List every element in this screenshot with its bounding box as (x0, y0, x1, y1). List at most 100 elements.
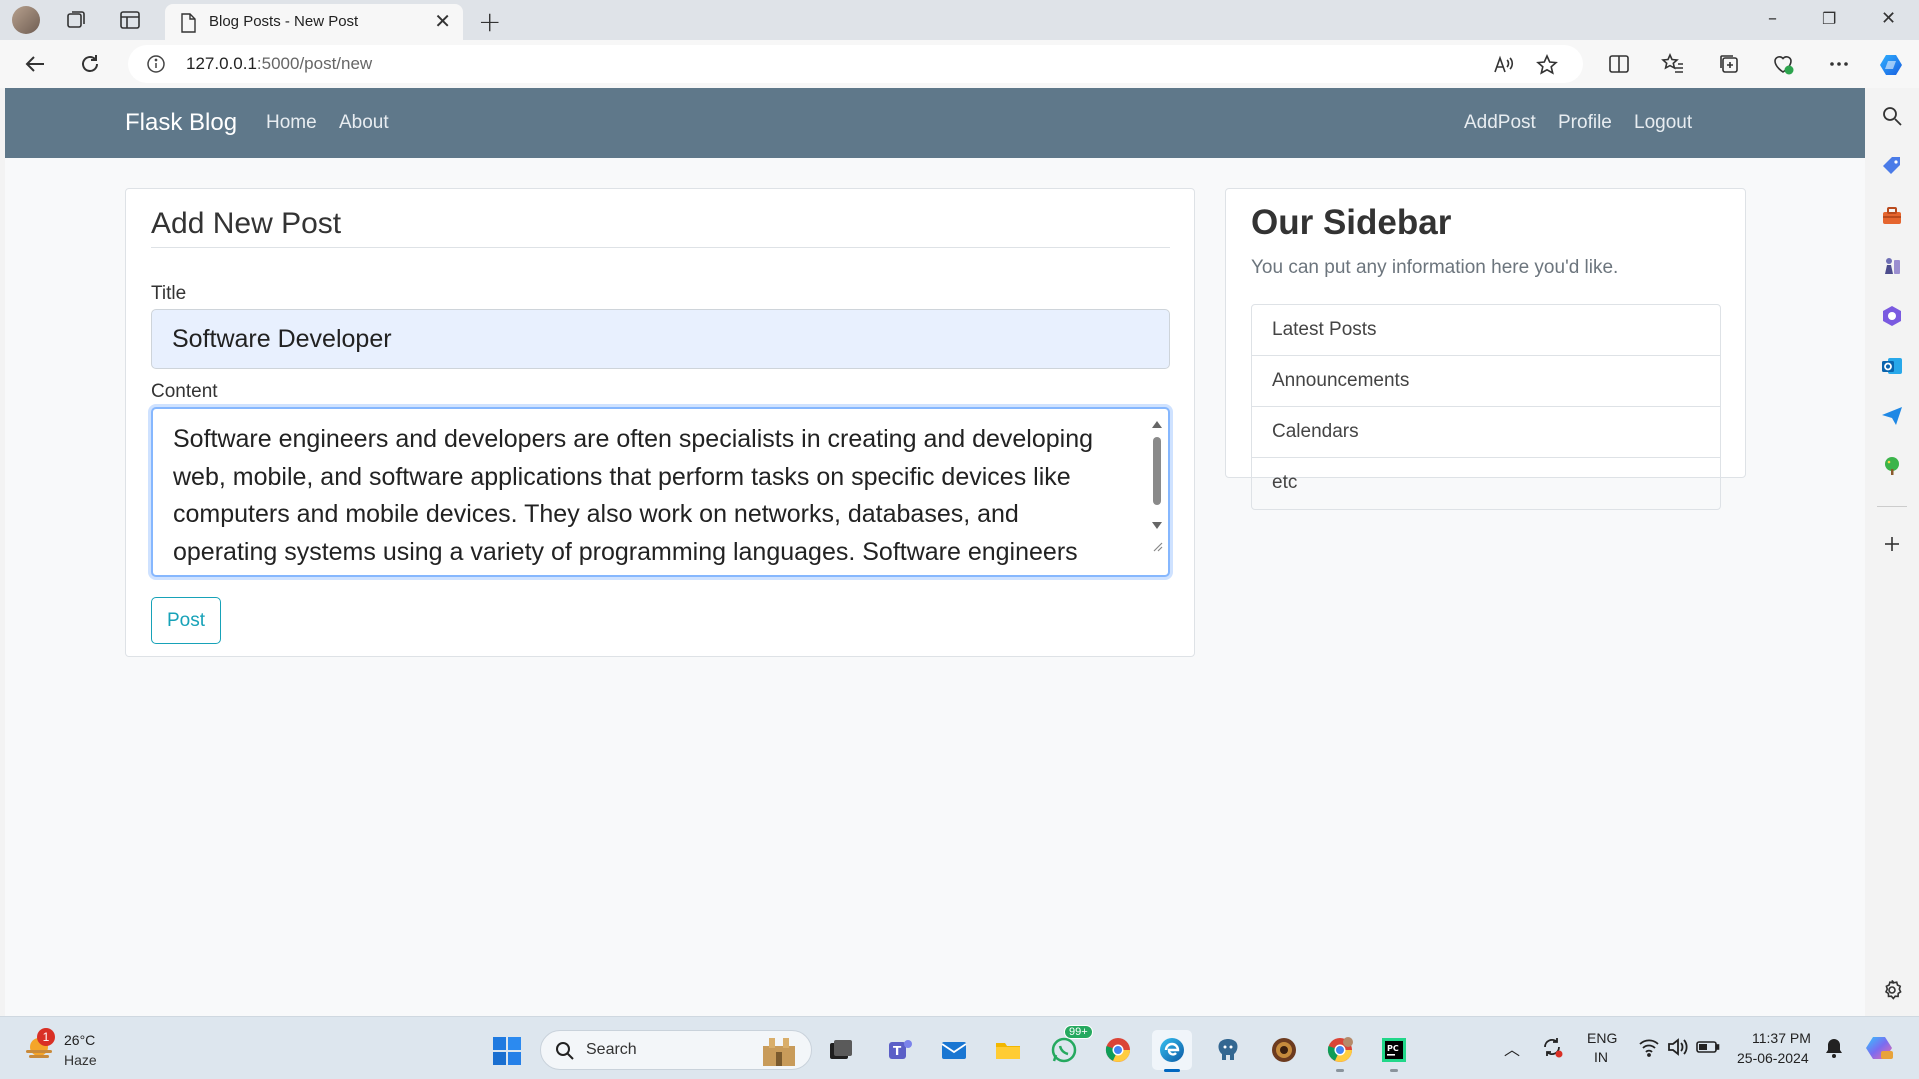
chrome-profile-icon[interactable] (1320, 1030, 1360, 1072)
profile-avatar[interactable] (12, 6, 40, 34)
close-tab-icon[interactable]: ✕ (434, 11, 451, 31)
notification-bell-icon[interactable] (1824, 1037, 1844, 1062)
windows-start-icon[interactable] (492, 1036, 522, 1066)
taskbar-search[interactable]: Search (540, 1030, 812, 1070)
weather-condition[interactable]: Haze (64, 1052, 97, 1068)
close-window-icon[interactable]: ✕ (1881, 8, 1896, 29)
copilot-icon[interactable] (1878, 51, 1904, 77)
whatsapp-icon[interactable]: 99+ (1044, 1025, 1093, 1070)
edge-browser-icon[interactable] (1152, 1030, 1192, 1072)
read-aloud-icon[interactable] (1492, 54, 1514, 76)
refresh-icon[interactable] (76, 50, 104, 78)
url-host: 127.0.0.1 (186, 54, 257, 73)
url-text[interactable]: 127.0.0.1:5000/post/new (186, 54, 372, 74)
minimize-icon[interactable]: – (1768, 8, 1777, 29)
add-icon[interactable] (1880, 532, 1904, 556)
clock-time[interactable]: 11:37 PM (1752, 1030, 1811, 1046)
windows-taskbar: 1 26°C Haze Search T 99+ PC ︿ ENG IN 11:… (0, 1016, 1919, 1079)
active-tab[interactable]: Blog Posts - New Post ✕ (165, 4, 463, 40)
volume-icon[interactable] (1666, 1037, 1688, 1060)
nav-link-logout[interactable]: Logout (1634, 112, 1692, 134)
sidebar-title: Our Sidebar (1251, 203, 1452, 242)
sidebar-item-etc[interactable]: etc (1252, 458, 1720, 509)
wifi-icon[interactable] (1638, 1037, 1660, 1060)
sidebar-description: You can put any information here you'd l… (1251, 257, 1619, 278)
edge-sidebar (1865, 88, 1919, 1016)
address-row: 127.0.0.1:5000/post/new (0, 40, 1919, 88)
tools-icon[interactable] (1880, 204, 1904, 228)
sidebar-item-announcements[interactable]: Announcements (1252, 356, 1720, 407)
workspaces-icon[interactable] (64, 8, 88, 32)
vertical-tabs-icon[interactable] (118, 8, 142, 32)
task-view-icon[interactable] (821, 1030, 861, 1070)
m365-icon[interactable] (1880, 304, 1904, 328)
mail-icon[interactable] (934, 1030, 974, 1070)
form-legend: Add New Post (151, 207, 342, 240)
site-info-icon[interactable] (146, 54, 166, 74)
sidebar-item-calendars[interactable]: Calendars (1252, 407, 1720, 458)
favorite-star-icon[interactable] (1536, 54, 1558, 76)
sync-icon[interactable] (1540, 1035, 1564, 1062)
collections-icon[interactable] (1716, 51, 1742, 77)
content-label: Content (151, 381, 218, 402)
svg-text:PC: PC (1387, 1044, 1399, 1053)
settings-gear-icon[interactable] (1880, 978, 1904, 1002)
nav-link-profile[interactable]: Profile (1558, 112, 1612, 134)
whatsapp-badge: 99+ (1064, 1025, 1093, 1039)
address-bar[interactable]: 127.0.0.1:5000/post/new (128, 45, 1583, 83)
search-label: Search (586, 1041, 637, 1058)
svg-text:T: T (893, 1044, 902, 1058)
content-textarea[interactable]: Software engineers and developers are of… (151, 407, 1170, 577)
favorites-icon[interactable] (1660, 51, 1686, 77)
shopping-tag-icon[interactable] (1880, 154, 1904, 178)
postgresql-icon[interactable] (1208, 1030, 1248, 1070)
back-arrow-icon[interactable] (22, 50, 50, 78)
chrome-icon[interactable] (1098, 1030, 1138, 1070)
legend-divider (151, 247, 1170, 248)
nav-link-addpost[interactable]: AddPost (1464, 112, 1536, 134)
battery-icon[interactable] (1696, 1038, 1720, 1059)
app-emblem-icon[interactable] (1264, 1030, 1304, 1070)
new-tab-icon[interactable]: + (478, 5, 501, 38)
sidebar-divider (1877, 506, 1907, 507)
search-icon[interactable] (1880, 104, 1904, 128)
send-icon[interactable] (1880, 404, 1904, 428)
nav-link-home[interactable]: Home (266, 112, 317, 134)
page-viewport: Flask Blog Home About AddPost Profile Lo… (5, 88, 1865, 1016)
sidebar-card: Our Sidebar You can put any information … (1225, 188, 1746, 510)
document-icon (181, 13, 196, 33)
weather-temperature[interactable]: 26°C (64, 1032, 95, 1048)
games-icon[interactable] (1880, 254, 1904, 278)
teams-icon[interactable]: T (880, 1030, 920, 1070)
url-path: :5000/post/new (256, 54, 373, 73)
pycharm-icon[interactable]: PC (1374, 1030, 1414, 1072)
show-hidden-icons-icon[interactable]: ︿ (1504, 1036, 1520, 1060)
restore-icon[interactable]: ❐ (1822, 9, 1836, 28)
copilot-taskbar-icon[interactable] (1864, 1033, 1894, 1066)
title-input[interactable]: Software Developer (151, 309, 1170, 369)
tab-title: Blog Posts - New Post (209, 13, 359, 30)
browser-essentials-icon[interactable] (1770, 51, 1796, 77)
search-icon (556, 1042, 574, 1060)
outlook-icon[interactable] (1880, 354, 1904, 378)
new-post-card: Add New Post Title Software Developer Co… (125, 188, 1195, 657)
running-indicator (1390, 1069, 1398, 1072)
nav-link-about[interactable]: About (339, 112, 389, 134)
language-indicator-top[interactable]: ENG (1587, 1030, 1617, 1046)
language-indicator-bottom[interactable]: IN (1594, 1049, 1608, 1065)
tree-icon[interactable] (1880, 454, 1904, 478)
site-navbar: Flask Blog Home About AddPost Profile Lo… (5, 88, 1865, 158)
file-explorer-icon[interactable] (988, 1030, 1028, 1070)
post-submit-button[interactable]: Post (151, 597, 221, 644)
sidebar-list: Latest Posts Announcements Calendars etc (1251, 304, 1721, 510)
running-indicator (1336, 1069, 1344, 1072)
navbar-brand[interactable]: Flask Blog (125, 109, 237, 137)
active-indicator (1164, 1069, 1180, 1072)
textarea-scrollbar[interactable] (1150, 415, 1164, 571)
sidebar-item-latest-posts[interactable]: Latest Posts (1252, 305, 1720, 356)
more-options-icon[interactable] (1826, 51, 1852, 77)
clock-date[interactable]: 25-06-2024 (1737, 1050, 1809, 1066)
content-text: Software engineers and developers are of… (173, 425, 1094, 566)
split-screen-icon[interactable] (1606, 51, 1632, 77)
weather-badge: 1 (37, 1028, 55, 1046)
